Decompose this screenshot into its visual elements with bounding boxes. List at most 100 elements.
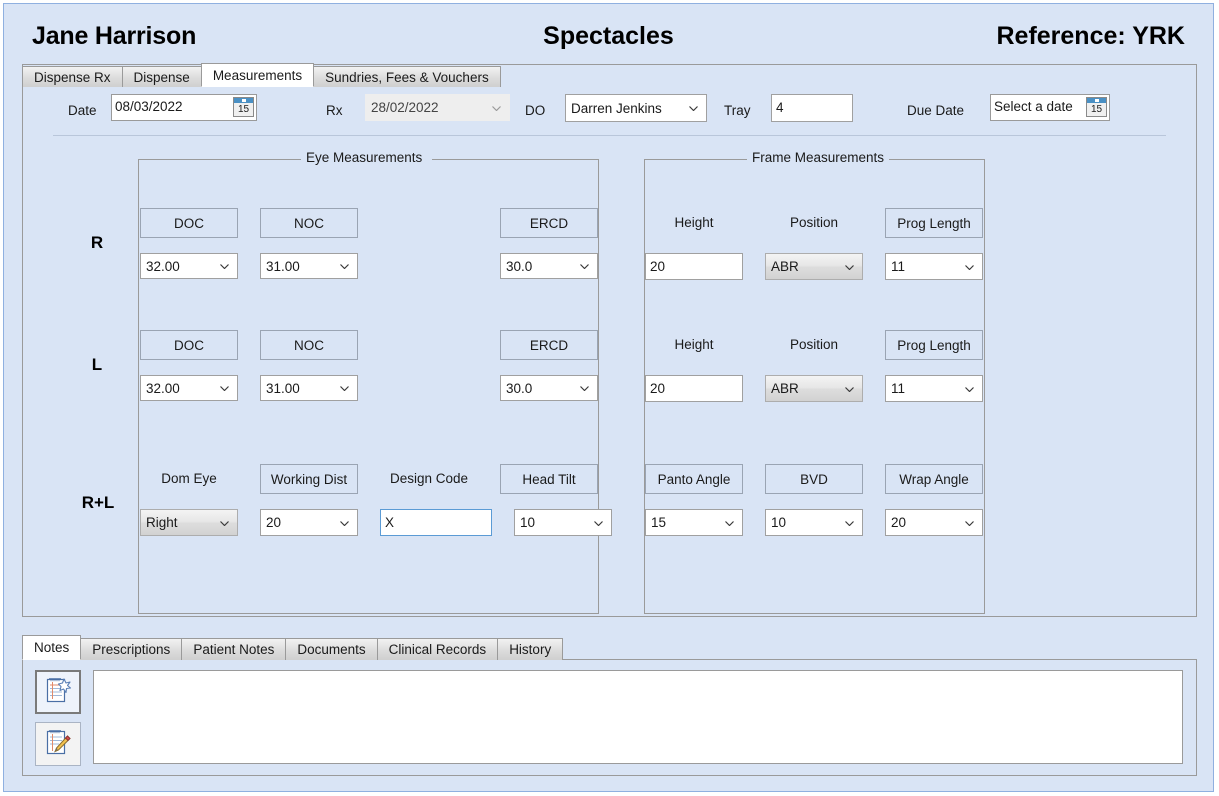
notes-textarea[interactable]: [93, 670, 1183, 764]
panto-angle-value: 15: [651, 515, 667, 530]
calendar-icon[interactable]: 15: [233, 97, 254, 117]
edit-note-button[interactable]: [35, 722, 81, 766]
wrap-angle-value: 20: [891, 515, 907, 530]
head-tilt-dropdown[interactable]: 10: [514, 509, 612, 536]
head-tilt-button[interactable]: Head Tilt: [500, 464, 598, 494]
chevron-down-icon: [580, 264, 589, 269]
chevron-down-icon: [689, 106, 698, 111]
main-tab-strip: Dispense Rx Dispense Measurements Sundri…: [22, 63, 501, 87]
tab-documents[interactable]: Documents: [285, 638, 378, 660]
chevron-down-icon: [845, 386, 854, 392]
due-date-picker[interactable]: Select a date 15: [990, 94, 1110, 121]
row-label-right-left: R+L: [81, 493, 115, 512]
chevron-down-icon: [220, 264, 229, 269]
position-dropdown-left[interactable]: ABR: [765, 375, 863, 402]
bvd-dropdown[interactable]: 10: [765, 509, 863, 536]
chevron-down-icon: [340, 386, 349, 391]
ercd-dropdown-right[interactable]: 30.0: [500, 253, 598, 279]
do-value: Darren Jenkins: [571, 100, 662, 116]
chevron-down-icon: [340, 264, 349, 269]
doc-button-right[interactable]: DOC: [140, 208, 238, 238]
prog-length-value-left: 11: [891, 381, 906, 396]
wrap-angle-button[interactable]: Wrap Angle: [885, 464, 983, 494]
prog-length-button-right[interactable]: Prog Length: [885, 208, 983, 238]
bvd-value: 10: [771, 515, 787, 530]
doc-dropdown-right[interactable]: 32.00: [140, 253, 238, 279]
dom-eye-dropdown[interactable]: Right: [140, 509, 238, 536]
tab-notes[interactable]: Notes: [22, 635, 82, 660]
doc-button-left[interactable]: DOC: [140, 330, 238, 360]
tab-sundries-fees-vouchers[interactable]: Sundries, Fees & Vouchers: [313, 66, 501, 87]
working-dist-dropdown[interactable]: 20: [260, 509, 358, 536]
ercd-value-right: 30.0: [506, 258, 533, 274]
prog-length-dropdown-left[interactable]: 11: [885, 375, 983, 402]
position-value-right: ABR: [771, 259, 799, 274]
tray-input[interactable]: 4: [771, 94, 853, 122]
chevron-down-icon: [965, 386, 974, 392]
working-dist-button[interactable]: Working Dist: [260, 464, 358, 494]
bvd-button[interactable]: BVD: [765, 464, 863, 494]
rx-label: Rx: [326, 103, 343, 118]
date-picker[interactable]: 08/03/2022 15: [111, 94, 257, 121]
ercd-dropdown-left[interactable]: 30.0: [500, 375, 598, 401]
wrap-angle-dropdown[interactable]: 20: [885, 509, 983, 536]
head-tilt-value: 10: [520, 515, 536, 530]
tab-history[interactable]: History: [497, 638, 564, 660]
design-code-input[interactable]: X: [380, 509, 492, 536]
tab-dispense-rx[interactable]: Dispense Rx: [22, 66, 123, 87]
toolbar-divider: [53, 135, 1166, 136]
chevron-down-icon: [340, 520, 349, 526]
chevron-down-icon: [965, 520, 974, 526]
height-input-left[interactable]: 20: [645, 375, 743, 402]
doc-dropdown-left[interactable]: 32.00: [140, 375, 238, 401]
chevron-down-icon: [845, 264, 854, 270]
noc-value-left: 31.00: [266, 380, 300, 396]
row-label-left: L: [91, 355, 103, 374]
notes-panel: [22, 659, 1197, 776]
ercd-value-left: 30.0: [506, 380, 533, 396]
reference-label: Reference: YRK: [996, 22, 1185, 50]
noc-button-right[interactable]: NOC: [260, 208, 358, 238]
position-dropdown-right[interactable]: ABR: [765, 253, 863, 280]
new-note-icon: [44, 675, 72, 710]
date-label: Date: [68, 103, 97, 118]
application-window: Jane Harrison Spectacles Reference: YRK …: [3, 3, 1214, 792]
due-date-label: Due Date: [907, 103, 965, 118]
position-label-right: Position: [789, 215, 839, 230]
height-input-right[interactable]: 20: [645, 253, 743, 280]
rx-dropdown[interactable]: 28/02/2022: [365, 94, 510, 121]
chevron-down-icon: [594, 520, 603, 526]
tab-clinical-records[interactable]: Clinical Records: [376, 638, 499, 660]
dom-eye-value: Right: [146, 515, 178, 530]
ercd-button-right[interactable]: ERCD: [500, 208, 598, 238]
panto-angle-dropdown[interactable]: 15: [645, 509, 743, 536]
position-label-left: Position: [789, 337, 839, 352]
tab-dispense[interactable]: Dispense: [121, 66, 202, 87]
prog-length-value-right: 11: [891, 259, 906, 274]
row-label-right: R: [90, 233, 104, 252]
prog-length-button-left[interactable]: Prog Length: [885, 330, 983, 360]
chevron-down-icon: [725, 520, 734, 526]
doc-value-right: 32.00: [146, 258, 180, 274]
do-label: DO: [525, 103, 546, 118]
chevron-down-icon: [220, 386, 229, 391]
due-date-value: Select a date: [994, 99, 1073, 114]
tab-prescriptions[interactable]: Prescriptions: [80, 638, 183, 660]
calendar-icon[interactable]: 15: [1086, 97, 1107, 117]
header: Jane Harrison Spectacles Reference: YRK: [4, 16, 1213, 56]
measurements-panel: Date 08/03/2022 15 Rx 28/02/2022 DO Darr…: [22, 64, 1197, 617]
tray-label: Tray: [724, 103, 751, 118]
do-dropdown[interactable]: Darren Jenkins: [565, 94, 707, 122]
design-code-label: Design Code: [389, 471, 469, 486]
date-value: 08/03/2022: [115, 99, 183, 114]
new-note-button[interactable]: [35, 670, 81, 714]
noc-dropdown-right[interactable]: 31.00: [260, 253, 358, 279]
noc-value-right: 31.00: [266, 258, 300, 274]
noc-dropdown-left[interactable]: 31.00: [260, 375, 358, 401]
prog-length-dropdown-right[interactable]: 11: [885, 253, 983, 280]
ercd-button-left[interactable]: ERCD: [500, 330, 598, 360]
noc-button-left[interactable]: NOC: [260, 330, 358, 360]
tab-patient-notes[interactable]: Patient Notes: [181, 638, 287, 660]
panto-angle-button[interactable]: Panto Angle: [645, 464, 743, 494]
tab-measurements[interactable]: Measurements: [200, 63, 315, 87]
